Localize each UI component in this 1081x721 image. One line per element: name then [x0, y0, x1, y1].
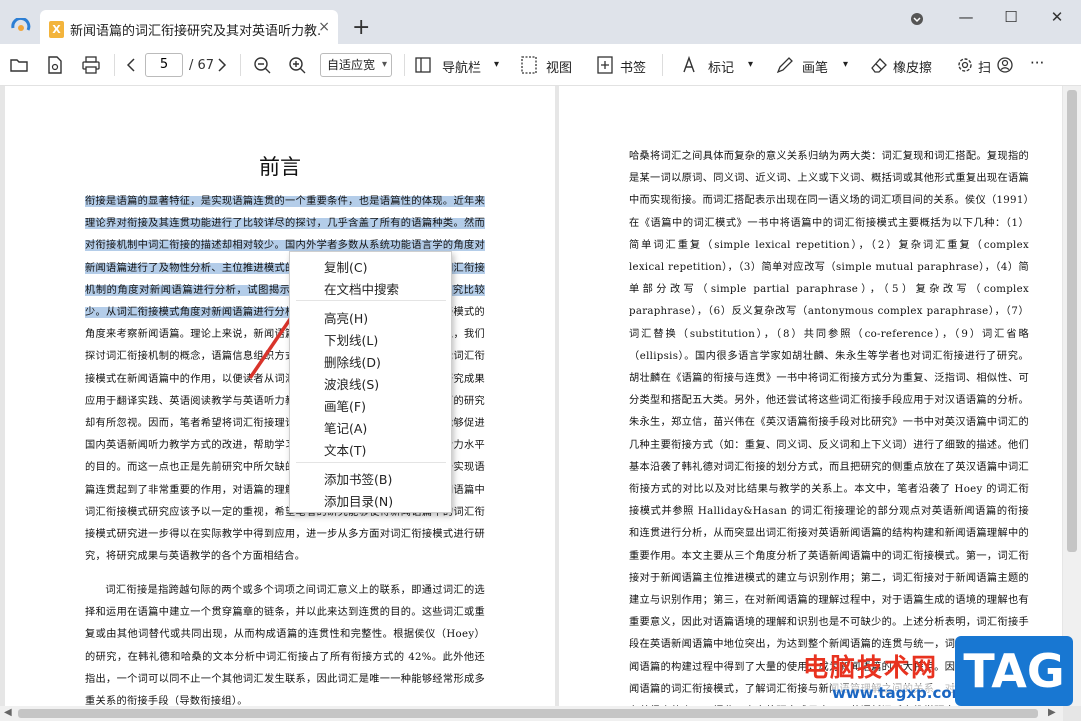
menu-divider	[296, 462, 446, 463]
user-account-icon[interactable]	[994, 54, 1016, 76]
watermark-url: www.tagxp.com	[832, 684, 968, 702]
document-viewport[interactable]: 前言 衔接是语篇的显著特征，是实现语篇连贯的一个重要条件，也是语篇性的体现。近年…	[0, 86, 1081, 721]
view-icon[interactable]	[518, 54, 540, 76]
menu-item-copy[interactable]: 复制(C)	[324, 257, 367, 276]
navigation-panel-button[interactable]: 导航栏	[442, 57, 481, 76]
new-tab-button[interactable]: +	[352, 17, 370, 39]
tab-close-icon[interactable]: ×	[318, 19, 330, 35]
pdf-file-icon: X	[49, 21, 64, 38]
scroll-left-icon[interactable]: ◀	[4, 707, 12, 718]
menu-item-pen[interactable]: 画笔(F)	[324, 396, 366, 415]
watermark-title: 电脑技术网	[803, 653, 939, 682]
document-page-left[interactable]: 前言 衔接是语篇的显著特征，是实现语篇连贯的一个重要条件，也是语篇性的体现。近年…	[5, 86, 555, 706]
mark-dropdown-icon[interactable]: ▾	[748, 59, 753, 70]
maximize-button[interactable]: ☐	[1000, 6, 1022, 28]
document-tab[interactable]: X 新闻语篇的词汇衔接研究及其对英语听力教... ×	[40, 10, 338, 44]
user-dropdown-icon[interactable]	[906, 8, 928, 30]
toolbar-divider	[114, 54, 115, 76]
window-close-button[interactable]: ✕	[1046, 6, 1068, 28]
horizontal-scrollbar[interactable]: ◀ ▶	[0, 706, 1063, 721]
print-icon[interactable]	[80, 54, 102, 76]
save-document-icon[interactable]	[44, 54, 66, 76]
menu-item-text[interactable]: 文本(T)	[324, 440, 366, 459]
app-logo-icon	[11, 18, 31, 31]
menu-item-strikethrough[interactable]: 删除线(D)	[324, 352, 381, 371]
zoom-select[interactable]: 自适应宽 ▾	[320, 53, 392, 77]
zoom-out-icon[interactable]	[251, 54, 273, 76]
toolbar-divider	[240, 54, 241, 76]
toolbar-divider	[662, 54, 663, 76]
more-options-icon[interactable]: ···	[1030, 54, 1044, 72]
page-number-input[interactable]: 5	[145, 53, 183, 77]
settings-gear-icon[interactable]	[954, 54, 976, 76]
context-menu: 复制(C) 在文档中搜索 高亮(H) 下划线(L) 删除线(D) 波浪线(S) …	[289, 251, 452, 513]
paragraph-right-page[interactable]: 哈桑将词汇之间具体而复杂的意义关系归纳为两大类：词汇复现和词汇搭配。复现指的是某…	[629, 146, 1029, 706]
menu-item-add-bookmark[interactable]: 添加书签(B)	[324, 469, 392, 488]
bookmark-button[interactable]: 书签	[620, 57, 646, 76]
toolbar-divider	[404, 54, 405, 76]
open-folder-icon[interactable]	[8, 54, 30, 76]
menu-divider	[296, 300, 446, 301]
scroll-right-icon[interactable]: ▶	[1048, 707, 1056, 718]
minimize-button[interactable]: —	[955, 6, 977, 28]
menu-item-note[interactable]: 笔记(A)	[324, 418, 367, 437]
horizontal-scroll-thumb[interactable]	[18, 709, 1038, 718]
menu-item-underline[interactable]: 下划线(L)	[324, 330, 378, 349]
truncated-tool-label[interactable]: 扫	[978, 57, 991, 76]
pen-button[interactable]: 画笔	[802, 57, 828, 76]
navigation-dropdown-icon[interactable]: ▾	[494, 59, 499, 70]
pen-icon[interactable]	[774, 54, 796, 76]
eraser-icon[interactable]	[868, 54, 890, 76]
page-total: / 67	[189, 58, 215, 73]
bookmark-icon[interactable]	[594, 54, 616, 76]
paragraph-lexical-cohesion[interactable]: 词汇衔接是指跨越句际的两个或多个词项之间词汇意义上的联系，即通过词汇的选择和运用…	[85, 580, 485, 706]
view-button[interactable]: 视图	[546, 57, 572, 76]
menu-item-highlight[interactable]: 高亮(H)	[324, 308, 368, 327]
navigation-panel-icon[interactable]	[412, 54, 434, 76]
watermark-tag-logo: TAG	[955, 636, 1073, 706]
menu-item-wavy-line[interactable]: 波浪线(S)	[324, 374, 379, 393]
menu-item-add-toc[interactable]: 添加目录(N)	[324, 491, 393, 510]
zoom-value: 自适应宽	[327, 58, 376, 72]
zoom-in-icon[interactable]	[286, 54, 308, 76]
mark-icon[interactable]	[678, 54, 700, 76]
tab-title: 新闻语篇的词汇衔接研究及其对英语听力教...	[70, 24, 320, 39]
title-bar: X 新闻语篇的词汇衔接研究及其对英语听力教... × + — ☐ ✕	[0, 0, 1081, 44]
vertical-scrollbar[interactable]	[1063, 86, 1081, 706]
mark-button[interactable]: 标记	[708, 57, 734, 76]
previous-page-icon[interactable]	[121, 54, 143, 76]
eraser-button[interactable]: 橡皮擦	[893, 57, 932, 76]
document-page-right[interactable]: 哈桑将词汇之间具体而复杂的意义关系归纳为两大类：词汇复现和词汇搭配。复现指的是某…	[559, 86, 1062, 706]
vertical-scroll-thumb[interactable]	[1067, 90, 1077, 552]
chevron-down-icon: ▾	[381, 59, 387, 70]
page-heading: 前言	[259, 155, 301, 179]
menu-item-search-in-document[interactable]: 在文档中搜索	[324, 279, 399, 298]
pen-dropdown-icon[interactable]: ▾	[843, 59, 848, 70]
